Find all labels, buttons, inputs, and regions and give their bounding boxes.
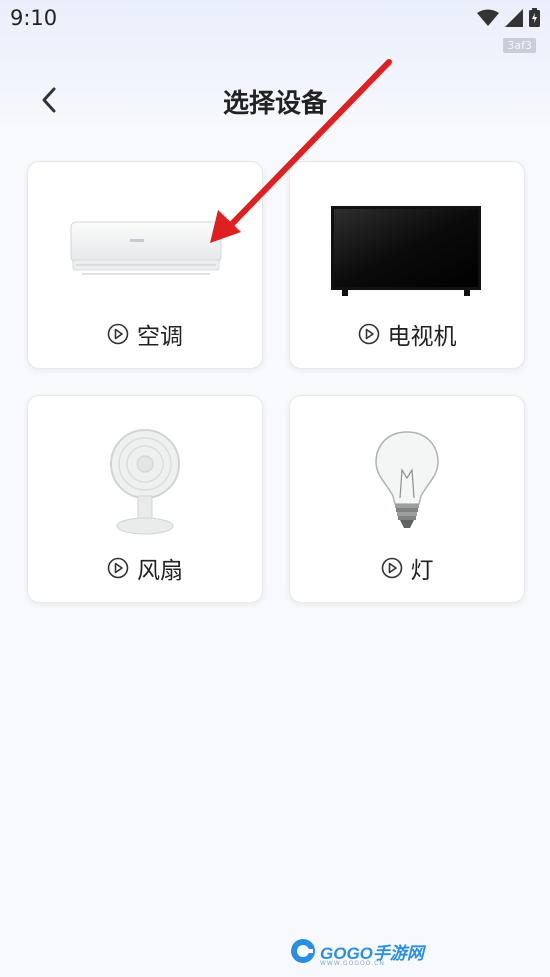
device-card-fan[interactable]: 风扇 [27,395,263,603]
device-name: 灯 [410,558,434,584]
signal-icon [505,8,523,27]
page-title: 选择设备 [222,89,327,119]
air-conditioner-image [70,221,222,275]
play-circle-icon [381,557,402,579]
play-circle-icon [358,323,379,345]
battery-icon [529,8,540,27]
tv-image [331,206,481,296]
play-circle-icon [107,323,129,345]
watermark-url: WWW.GOGOO.CN [320,960,385,967]
device-label-row: 电视机 [290,317,524,351]
device-name: 电视机 [387,324,457,350]
device-card-air-conditioner[interactable]: 空调 [27,161,263,369]
device-label-row: 灯 [290,551,524,585]
wifi-icon [477,9,499,26]
light-bulb-image [375,431,439,528]
debug-tag: 3af3 [503,38,536,53]
status-bar: 9:10 3af3 [0,0,550,53]
gogo-logo-icon [291,939,315,963]
device-label-row: 空调 [28,317,262,351]
status-time: 9:10 [10,6,58,30]
device-name: 空调 [137,324,183,350]
status-icons [477,8,540,27]
play-circle-icon [107,557,129,579]
device-name: 风扇 [137,558,183,584]
watermark-logo: GOGO手游网 WWW.GOGOO.CN [290,938,424,967]
device-card-tv[interactable]: 电视机 [289,161,525,369]
device-card-light[interactable]: 灯 [289,395,525,603]
fan-image [110,429,180,535]
top-bar: 选择设备 [0,75,550,125]
device-label-row: 风扇 [28,551,262,585]
